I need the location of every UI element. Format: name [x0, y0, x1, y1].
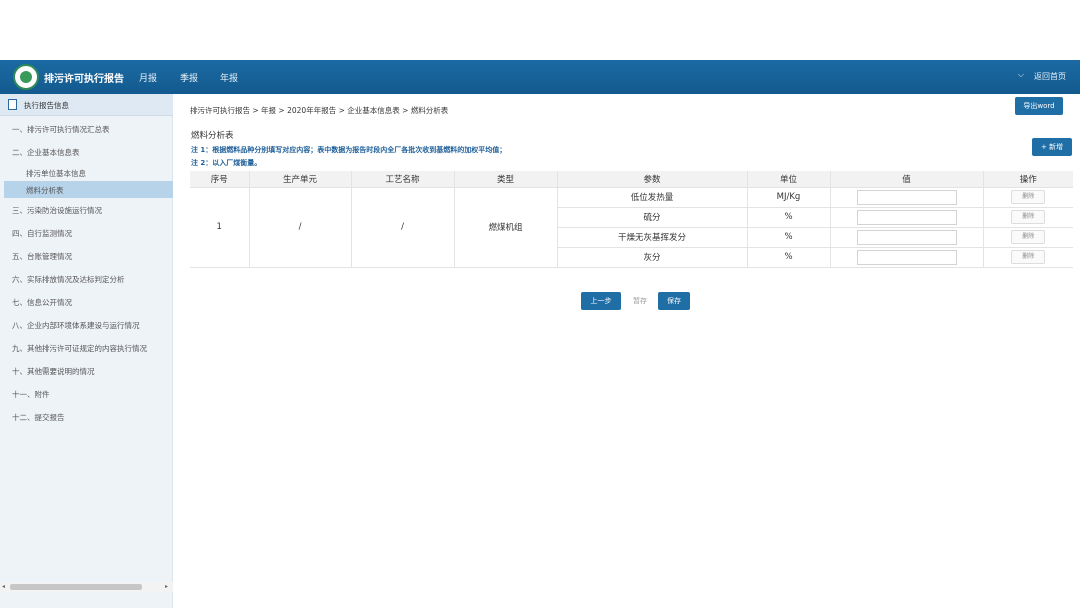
- nav-monthly[interactable]: 月报: [139, 71, 157, 84]
- value-input[interactable]: [856, 229, 957, 245]
- chevron-down-icon[interactable]: ⌵: [1018, 70, 1024, 80]
- document-icon: [8, 99, 17, 110]
- nav-annual[interactable]: 年报: [220, 71, 238, 84]
- sidebar-item-enterprise-info[interactable]: 二、企业基本信息表: [12, 147, 80, 158]
- sidebar-item-pollution-control[interactable]: 三、污染防治设施运行情况: [12, 205, 102, 216]
- top-header-bar: 排污许可执行报告 月报 季报 年报 ⌵ 返回首页: [0, 60, 1080, 94]
- sidebar-item-summary[interactable]: 一、排污许可执行情况汇总表: [12, 124, 110, 135]
- cell-value: [830, 187, 984, 208]
- scroll-right-icon[interactable]: ▸: [165, 583, 168, 590]
- cell-parameter: 灰分: [557, 247, 748, 268]
- app-title: 排污许可执行报告: [44, 74, 124, 85]
- cell-action: 删除: [983, 187, 1073, 208]
- add-button[interactable]: + 新增: [1032, 138, 1072, 156]
- value-input[interactable]: [856, 189, 957, 205]
- cell-unit: MJ/Kg: [747, 187, 831, 208]
- save-draft-button[interactable]: 暂存: [626, 292, 654, 310]
- delete-button[interactable]: 删除: [1011, 210, 1046, 224]
- cell-unit: %: [747, 207, 831, 228]
- col-header-unit: 单位: [747, 171, 831, 188]
- cell-process-name: /: [351, 187, 455, 268]
- section-title: 燃料分析表: [191, 131, 234, 141]
- col-header-action: 操作: [983, 171, 1073, 188]
- cell-unit: %: [747, 247, 831, 268]
- table-row: 1 / / 燃煤机组 低位发热量 MJ/Kg 删除: [190, 187, 1073, 268]
- cell-parameter: 硫分: [557, 207, 748, 228]
- scroll-left-icon[interactable]: ◂: [2, 583, 5, 590]
- top-blank-area: [0, 0, 1080, 60]
- cell-action: 删除: [983, 207, 1073, 228]
- note-2: 注 2：以入厂煤衡量。: [191, 159, 262, 167]
- delete-button[interactable]: 删除: [1011, 250, 1046, 264]
- delete-button[interactable]: 删除: [1011, 190, 1046, 204]
- col-header-parameter: 参数: [557, 171, 748, 188]
- sidebar-header-label: 执行报告信息: [24, 101, 69, 110]
- export-word-button[interactable]: 导出word: [1015, 97, 1063, 115]
- cell-index: 1: [190, 187, 250, 268]
- sidebar-header: 执行报告信息: [0, 94, 173, 116]
- col-header-process-name: 工艺名称: [351, 171, 455, 188]
- save-button[interactable]: 保存: [658, 292, 690, 310]
- sidebar-item-emission[interactable]: 六、实际排放情况及达标判定分析: [12, 274, 125, 285]
- note-1: 注 1：根据燃料品种分别填写对应内容；表中数据为报告时段内全厂各批次收到基燃料的…: [191, 146, 507, 154]
- app-logo: [13, 64, 39, 90]
- cell-type: 燃煤机组: [454, 187, 558, 268]
- sidebar-item-attachments[interactable]: 十一、附件: [12, 389, 50, 400]
- cell-parameter: 干燥无灰基挥发分: [557, 227, 748, 248]
- cell-action: 删除: [983, 227, 1073, 248]
- cell-value: [830, 247, 984, 268]
- sidebar-item-submit[interactable]: 十二、提交报告: [12, 412, 65, 423]
- value-input[interactable]: [856, 209, 957, 225]
- value-input[interactable]: [856, 249, 957, 265]
- cell-production-unit: /: [249, 187, 352, 268]
- sidebar-item-basic-info[interactable]: 排污单位基本信息: [26, 168, 86, 179]
- cell-value: [830, 207, 984, 228]
- table-header-row: 序号 生产单元 工艺名称 类型 参数 单位 值 操作: [190, 171, 1073, 188]
- previous-step-button[interactable]: 上一步: [581, 292, 621, 310]
- col-header-type: 类型: [454, 171, 558, 188]
- return-home-link[interactable]: 返回首页: [1034, 71, 1066, 82]
- col-header-value: 值: [830, 171, 984, 188]
- col-header-index: 序号: [190, 171, 250, 188]
- cell-unit: %: [747, 227, 831, 248]
- fuel-analysis-table: 序号 生产单元 工艺名称 类型 参数 单位 值 操作 1 / / 燃煤机组 低位…: [190, 171, 1073, 268]
- sidebar: 执行报告信息 一、排污许可执行情况汇总表 二、企业基本信息表 排污单位基本信息 …: [0, 94, 173, 608]
- sidebar-item-other-permit[interactable]: 九、其他排污许可证规定的内容执行情况: [12, 343, 147, 354]
- nav-quarterly[interactable]: 季报: [180, 71, 198, 84]
- sidebar-item-self-monitoring[interactable]: 四、自行监测情况: [12, 228, 72, 239]
- sidebar-item-ledger[interactable]: 五、台账管理情况: [12, 251, 72, 262]
- col-header-production-unit: 生产单元: [249, 171, 352, 188]
- cell-action: 删除: [983, 247, 1073, 268]
- cell-parameter: 低位发热量: [557, 187, 748, 208]
- scrollbar-thumb[interactable]: [10, 584, 142, 590]
- sidebar-item-other-notes[interactable]: 十、其他需要说明的情况: [12, 366, 95, 377]
- sidebar-item-fuel-analysis[interactable]: 燃料分析表: [26, 185, 64, 196]
- delete-button[interactable]: 删除: [1011, 230, 1046, 244]
- sidebar-item-env-system[interactable]: 八、企业内部环境体系建设与运行情况: [12, 320, 140, 331]
- sidebar-scrollbar[interactable]: ◂ ▸: [0, 582, 173, 592]
- cell-value: [830, 227, 984, 248]
- sidebar-item-disclosure[interactable]: 七、信息公开情况: [12, 297, 72, 308]
- breadcrumb: 排污许可执行报告 > 年报 > 2020年年报告 > 企业基本信息表 > 燃料分…: [190, 106, 449, 115]
